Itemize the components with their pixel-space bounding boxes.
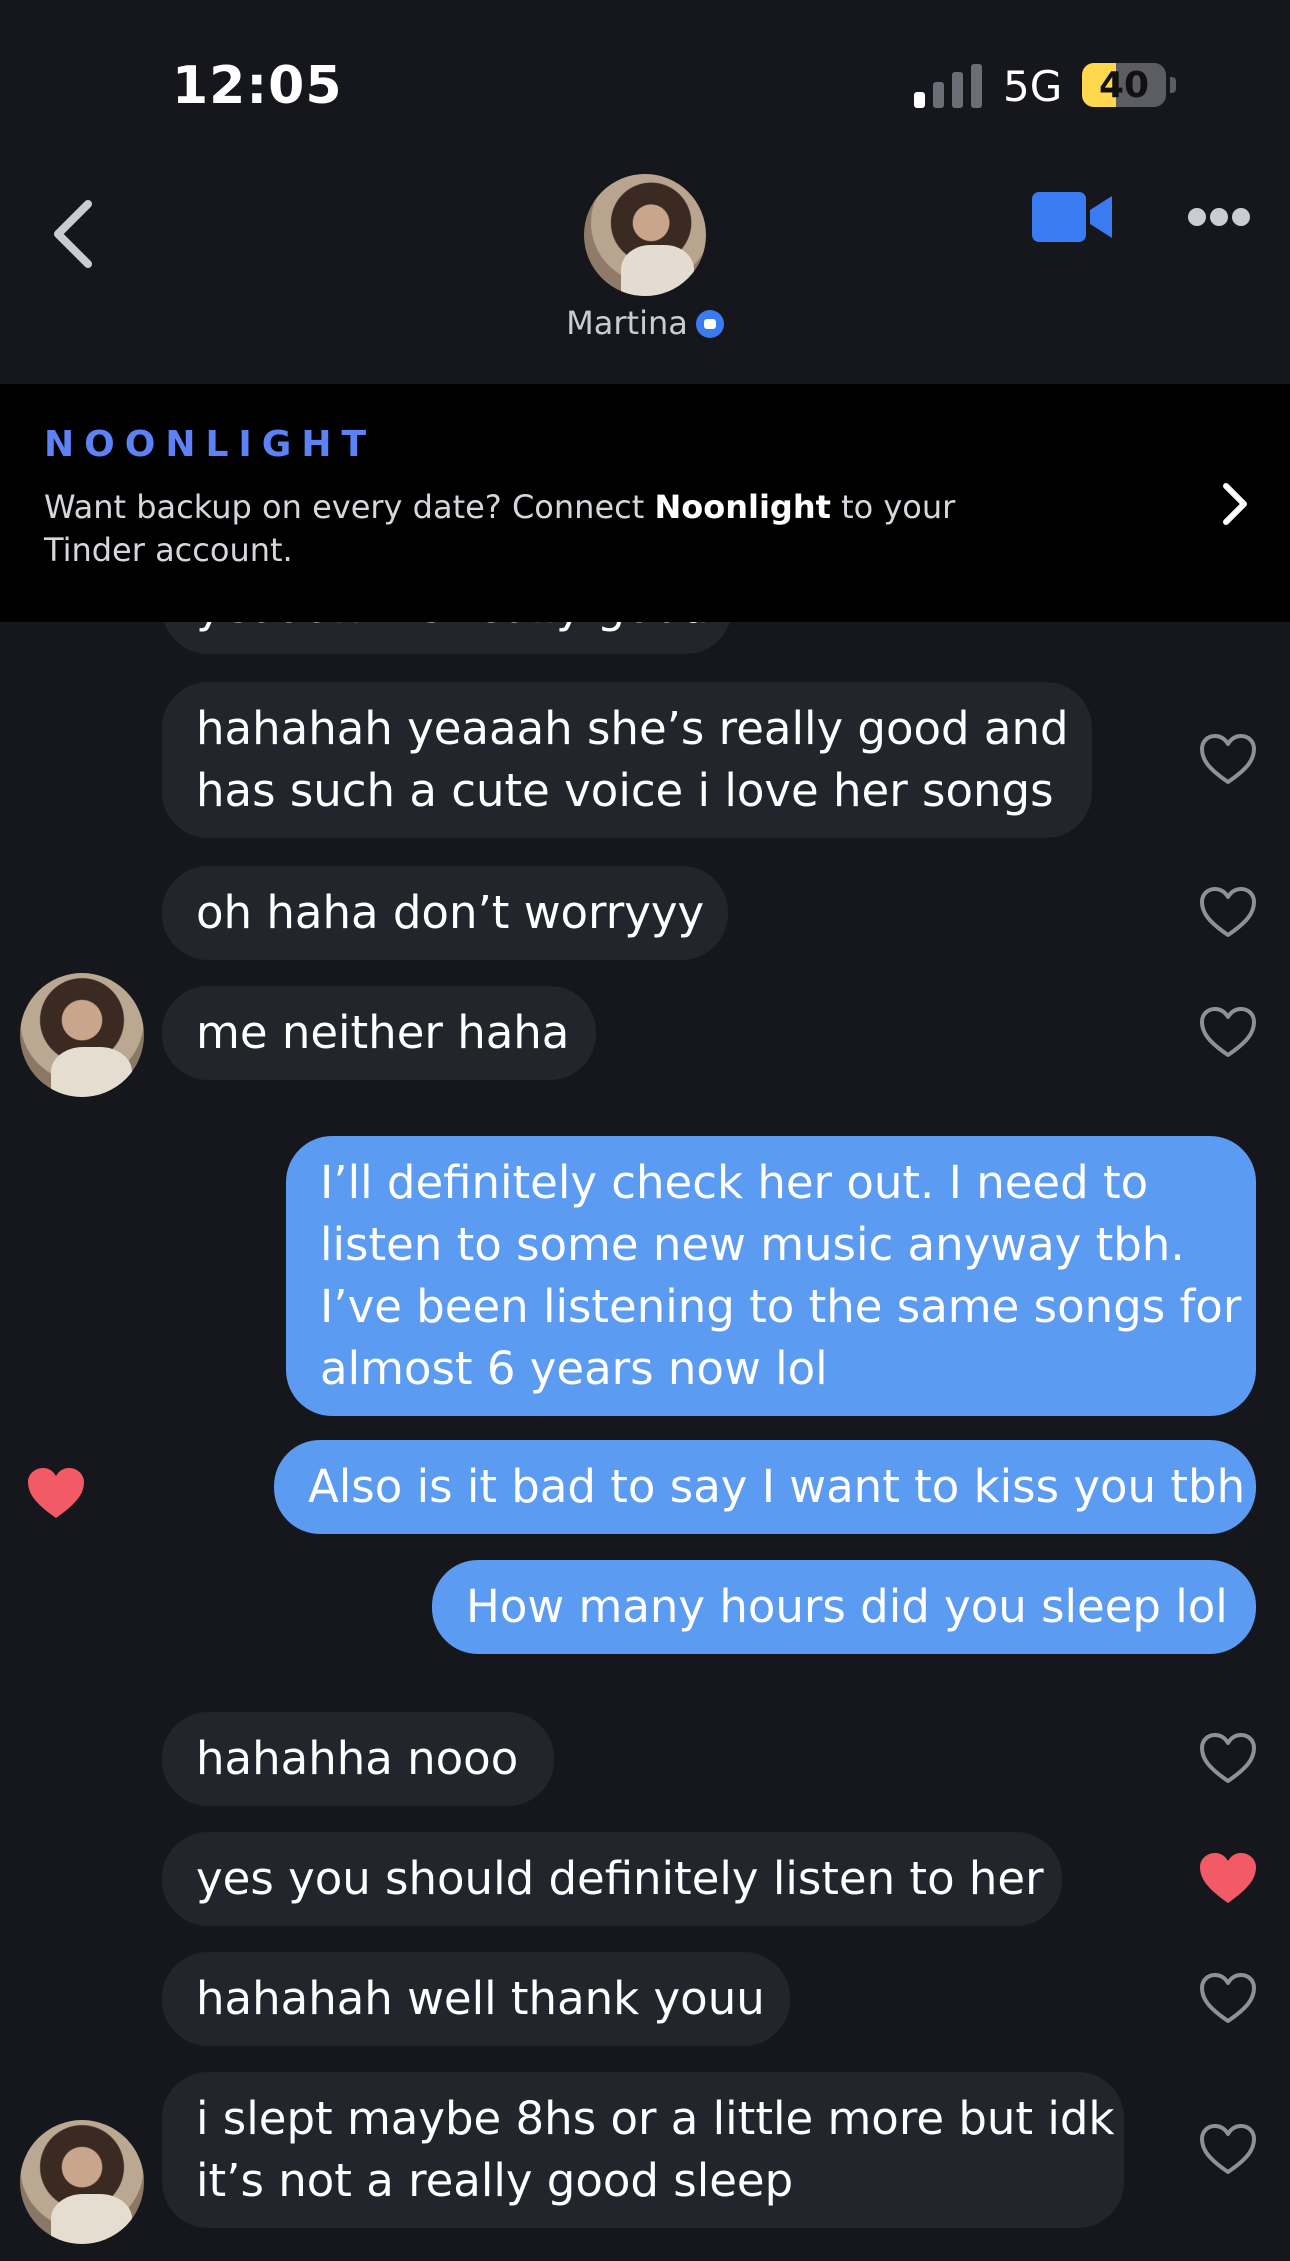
message-text-line: listen to some new music anyway tbh.	[320, 1218, 1185, 1271]
banner-brand-bold: Noonlight	[654, 488, 831, 526]
heart-outline-icon[interactable]	[1198, 1731, 1258, 1787]
contact-name-row[interactable]: Martina	[0, 304, 1290, 342]
message-text-line: Also is it bad to say I want to kiss you…	[308, 1460, 1246, 1513]
network-type: 5G	[1003, 62, 1063, 111]
message-text-line: yeaaah it’s really good	[196, 622, 709, 638]
chevron-left-icon[interactable]	[44, 196, 104, 272]
sent-message-bubble[interactable]: How many hours did you sleep lol	[432, 1560, 1256, 1654]
message-text-line: I’ve been listening to the same songs fo…	[320, 1280, 1242, 1333]
message-text-line: hahahha nooo	[196, 1732, 519, 1785]
received-message-bubble[interactable]: yeaaah it’s really good	[162, 622, 732, 654]
message-text-line: hahahah yeaaah she’s really good and	[196, 702, 1069, 755]
status-time: 12:05	[172, 56, 343, 116]
heart-outline-icon[interactable]	[1198, 885, 1258, 941]
avatar[interactable]	[20, 973, 144, 1097]
heart-outline-icon[interactable]	[1198, 1005, 1258, 1061]
noonlight-logo: NOONLIGHT	[44, 424, 377, 465]
avatar[interactable]	[20, 2120, 144, 2244]
heart-outline-icon[interactable]	[1198, 1971, 1258, 2027]
received-message-bubble[interactable]: oh haha don’t worryyy	[162, 866, 728, 960]
video-camera-icon[interactable]	[1030, 190, 1114, 244]
received-message-bubble[interactable]: yes you should definitely listen to her	[162, 1832, 1062, 1926]
avatar[interactable]	[584, 174, 706, 296]
banner-text: Want backup on every date? Connect Noonl…	[44, 488, 956, 569]
heart-outline-icon[interactable]	[1198, 2122, 1258, 2178]
signal-icon	[914, 64, 982, 108]
message-text-line: i slept maybe 8hs or a little more but i…	[196, 2092, 1115, 2145]
received-message-bubble[interactable]: hahahha nooo	[162, 1712, 554, 1806]
contact-name: Martina	[566, 304, 688, 342]
heart-filled-icon	[26, 1466, 86, 1522]
message-text-line: I’ll definitely check her out. I need to	[320, 1156, 1149, 1209]
received-message-bubble[interactable]: hahahah yeaaah she’s really good and has …	[162, 682, 1092, 838]
battery-level: 40	[1098, 65, 1150, 106]
received-message-bubble[interactable]: i slept maybe 8hs or a little more but i…	[162, 2072, 1124, 2228]
battery-tip	[1170, 77, 1176, 93]
verified-badge-icon	[695, 310, 724, 338]
ellipsis-icon[interactable]	[1188, 204, 1250, 230]
message-text-line: yes you should definitely listen to her	[196, 1852, 1044, 1905]
message-text-line: me neither haha	[196, 1006, 570, 1059]
message-text-line: hahahah well thank youu	[196, 1972, 765, 2025]
sent-message-bubble[interactable]: Also is it bad to say I want to kiss you…	[274, 1440, 1256, 1534]
received-message-bubble[interactable]: hahahah well thank youu	[162, 1952, 790, 2046]
heart-outline-icon[interactable]	[1198, 732, 1258, 788]
message-text-line: it’s not a really good sleep	[196, 2154, 794, 2207]
sent-message-bubble[interactable]: I’ll definitely check her out. I need to…	[286, 1136, 1256, 1416]
chat-screen: 12:05 5G 40 Martina NOONLIGHT Want backu…	[0, 0, 1290, 2261]
received-message-bubble[interactable]: me neither haha	[162, 986, 596, 1080]
scrolled-message-clip: yeaaah it’s really good	[0, 622, 1290, 682]
message-text-line: almost 6 years now lol	[320, 1342, 828, 1395]
chevron-right-icon[interactable]	[1218, 480, 1252, 528]
message-text-line: How many hours did you sleep lol	[466, 1580, 1228, 1633]
battery-icon: 40	[1082, 63, 1166, 107]
message-text-line: has such a cute voice i love her songs	[196, 764, 1054, 817]
message-text-line: oh haha don’t worryyy	[196, 886, 705, 939]
heart-filled-icon[interactable]	[1198, 1851, 1258, 1907]
